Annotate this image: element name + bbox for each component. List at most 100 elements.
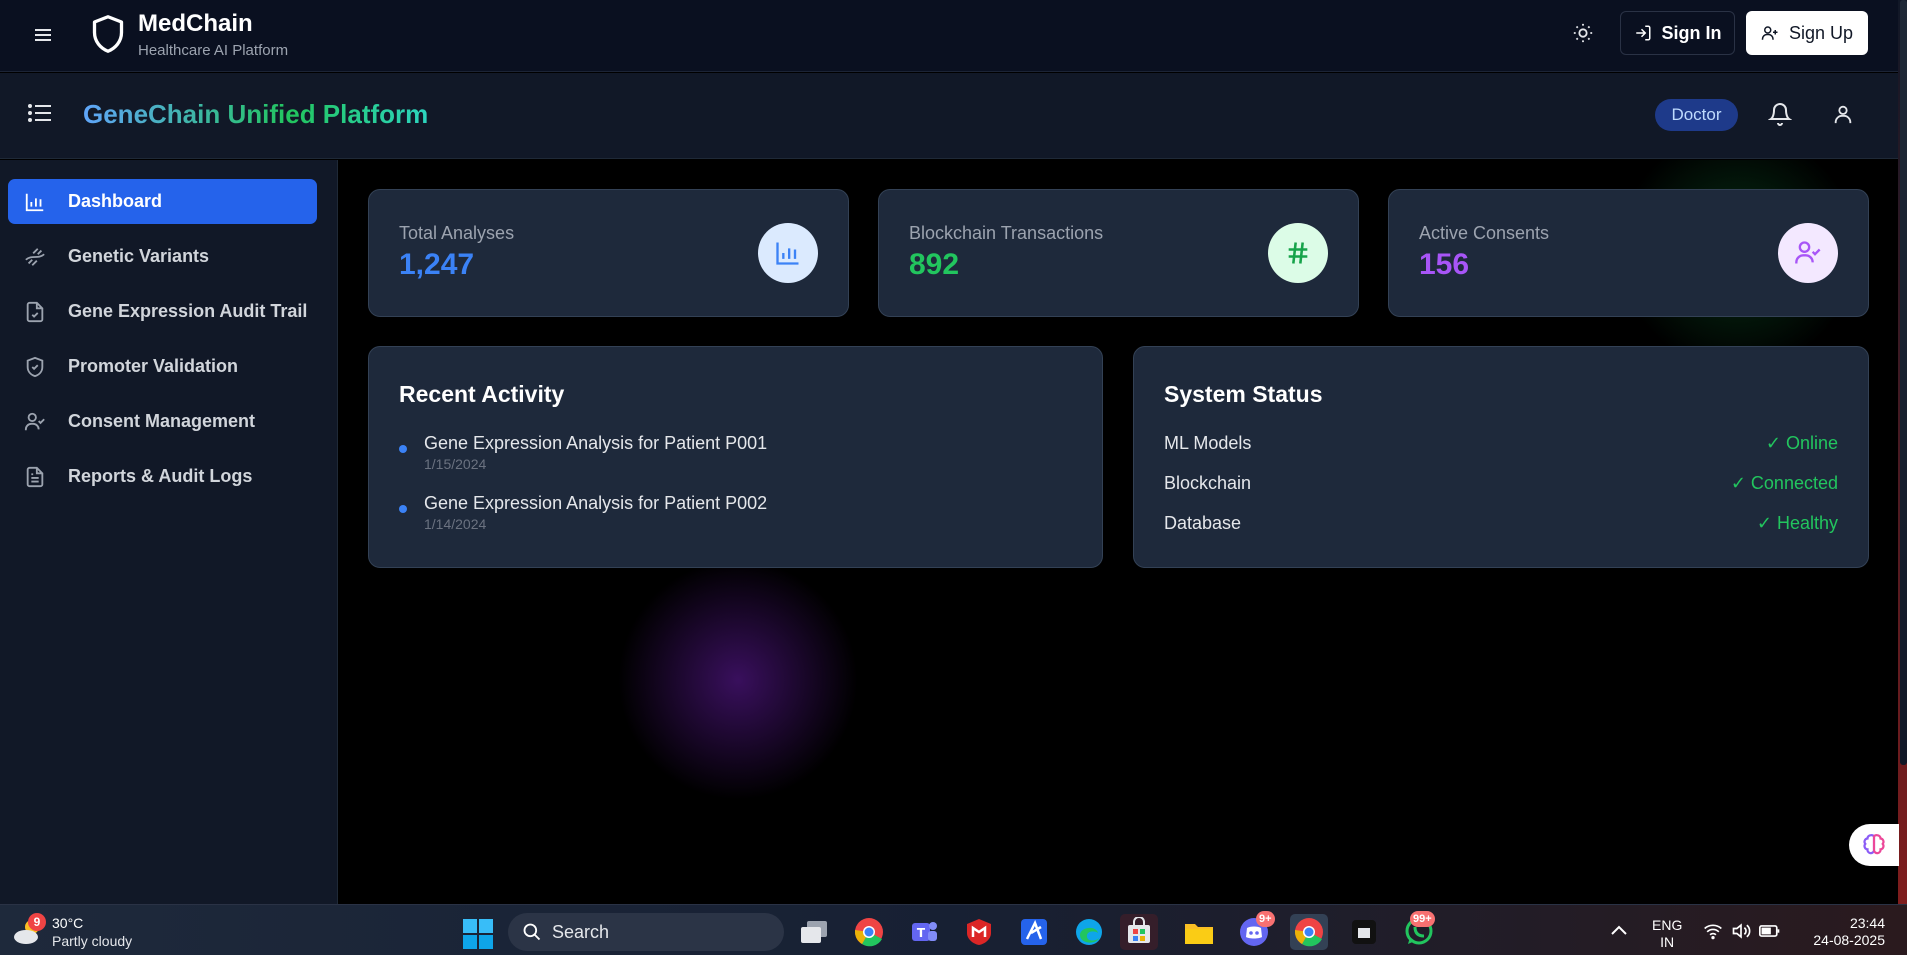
wifi-icon[interactable] bbox=[1703, 922, 1723, 940]
bell-icon[interactable] bbox=[1767, 101, 1793, 132]
stat-label: Blockchain Transactions bbox=[909, 223, 1104, 243]
sign-up-label: Sign Up bbox=[1788, 22, 1854, 43]
clock-time: 23:44 bbox=[1849, 915, 1885, 931]
whatsapp-badge: 99+ bbox=[1410, 911, 1435, 927]
stat-card-active-consents: Active Consents 156 bbox=[1388, 189, 1869, 317]
stat-value: 1,247 bbox=[399, 248, 475, 281]
stat-card-total-analyses: Total Analyses 1,247 bbox=[368, 189, 849, 317]
file-check-icon bbox=[24, 301, 58, 323]
status-row-database: Database ✓ Healthy bbox=[1164, 513, 1838, 537]
dashboard-main: Total Analyses 1,247 Blockchain Transact… bbox=[338, 160, 1898, 904]
activity-date: 1/15/2024 bbox=[424, 456, 487, 472]
sidebar-toggle-icon[interactable] bbox=[28, 103, 52, 128]
status-value: ✓ Healthy bbox=[1756, 513, 1838, 533]
sign-up-button[interactable]: Sign Up bbox=[1746, 11, 1868, 55]
sign-in-label: Sign In bbox=[1661, 22, 1722, 43]
sidebar-item-genetic-variants[interactable]: Genetic Variants bbox=[8, 234, 317, 279]
stat-value: 892 bbox=[909, 248, 960, 281]
weather-temperature[interactable]: 30°C bbox=[52, 915, 83, 931]
file-explorer-icon[interactable] bbox=[1180, 914, 1218, 950]
sidebar-item-label: Gene Expression Audit Trail bbox=[68, 301, 308, 321]
status-name: Database bbox=[1164, 513, 1242, 533]
activity-dot bbox=[399, 445, 407, 453]
stat-label: Total Analyses bbox=[399, 223, 515, 243]
recent-activity-card: Recent Activity Gene Expression Analysis… bbox=[368, 346, 1103, 568]
system-status-title: System Status bbox=[1164, 381, 1323, 407]
activity-date: 1/14/2024 bbox=[424, 516, 487, 532]
user-plus-icon bbox=[1761, 26, 1778, 40]
task-view-icon[interactable] bbox=[795, 914, 833, 950]
platform-header: GeneChain Unified Platform Doctor bbox=[0, 73, 1898, 159]
sidebar-item-label: Reports & Audit Logs bbox=[68, 466, 253, 486]
chrome-icon[interactable] bbox=[850, 914, 888, 950]
system-status-card: System Status ML Models ✓ Online Blockch… bbox=[1133, 346, 1869, 568]
platform-title: GeneChain Unified Platform bbox=[83, 99, 429, 129]
status-value: ✓ Online bbox=[1765, 433, 1838, 453]
teams-icon[interactable]: T bbox=[905, 914, 943, 950]
ai-assistant-brain-icon[interactable] bbox=[1849, 824, 1899, 866]
azure-data-studio-icon[interactable] bbox=[1015, 914, 1053, 950]
user-check-icon bbox=[24, 411, 58, 433]
system-clock[interactable]: 23:44 24-08-2025 bbox=[1813, 915, 1885, 949]
file-text-icon bbox=[24, 466, 58, 488]
edge-icon[interactable] bbox=[1070, 914, 1108, 950]
shield-logo-icon bbox=[90, 14, 126, 59]
battery-icon[interactable] bbox=[1759, 922, 1781, 940]
top-navbar: MedChain Healthcare AI Platform Sign In … bbox=[0, 0, 1898, 72]
language-indicator[interactable]: ENG IN bbox=[1652, 917, 1682, 951]
stat-card-blockchain-transactions: Blockchain Transactions 892 bbox=[878, 189, 1359, 317]
sidebar-item-label: Consent Management bbox=[68, 411, 256, 431]
page-scrollbar-thumb[interactable] bbox=[1900, 0, 1907, 765]
terminal-app-icon[interactable] bbox=[1345, 914, 1383, 950]
sidebar-item-reports-audit-logs[interactable]: Reports & Audit Logs bbox=[8, 454, 317, 499]
clock-date: 24-08-2025 bbox=[1813, 932, 1885, 948]
status-row-ml-models: ML Models ✓ Online bbox=[1164, 433, 1838, 457]
sidebar-item-gene-expression-audit-trail[interactable]: Gene Expression Audit Trail bbox=[8, 289, 317, 334]
weather-badge: 9 bbox=[28, 913, 46, 931]
search-label: Search bbox=[552, 921, 610, 942]
region-code: IN bbox=[1660, 934, 1675, 950]
hash-icon bbox=[1268, 223, 1328, 283]
user-check-icon bbox=[1778, 223, 1838, 283]
mcafee-icon[interactable] bbox=[960, 914, 998, 950]
svg-text:T: T bbox=[917, 926, 926, 940]
sidebar-item-label: Genetic Variants bbox=[68, 246, 210, 266]
taskbar-search[interactable]: Search bbox=[508, 913, 784, 951]
windows-start-icon[interactable] bbox=[463, 919, 493, 954]
brand-subtitle: Healthcare AI Platform bbox=[138, 42, 289, 59]
windows-taskbar: 9 30°C Partly cloudy Search T 9+ 99+ ENG… bbox=[0, 904, 1907, 955]
sidebar: Dashboard Genetic Variants Gene Expressi… bbox=[0, 160, 338, 904]
sidebar-item-consent-management[interactable]: Consent Management bbox=[8, 399, 317, 444]
activity-title: Gene Expression Analysis for Patient P00… bbox=[424, 493, 768, 513]
language-code: ENG bbox=[1652, 917, 1683, 933]
search-icon bbox=[523, 923, 541, 941]
chevron-up-icon[interactable] bbox=[1610, 923, 1628, 942]
chrome-icon[interactable] bbox=[1290, 914, 1328, 950]
discord-badge: 9+ bbox=[1256, 911, 1275, 927]
weather-condition[interactable]: Partly cloudy bbox=[52, 933, 132, 949]
status-value: ✓ Connected bbox=[1730, 473, 1838, 493]
sidebar-item-dashboard[interactable]: Dashboard bbox=[8, 179, 317, 224]
stat-label: Active Consents bbox=[1419, 223, 1550, 243]
activity-title: Gene Expression Analysis for Patient P00… bbox=[424, 433, 768, 453]
shield-check-icon bbox=[24, 356, 58, 378]
sign-in-icon bbox=[1635, 25, 1650, 41]
stat-value: 156 bbox=[1419, 248, 1470, 281]
hamburger-menu-icon[interactable] bbox=[30, 22, 56, 48]
sidebar-item-promoter-validation[interactable]: Promoter Validation bbox=[8, 344, 317, 389]
bar-chart-icon bbox=[24, 191, 58, 213]
user-icon[interactable] bbox=[1832, 102, 1854, 131]
theme-toggle-sun-icon[interactable] bbox=[1572, 22, 1594, 49]
decorative-glow bbox=[608, 550, 868, 810]
status-name: Blockchain bbox=[1164, 473, 1252, 493]
sidebar-item-label: Dashboard bbox=[68, 191, 163, 211]
system-tray[interactable] bbox=[1703, 922, 1781, 940]
bar-chart-icon bbox=[758, 223, 818, 283]
sidebar-item-label: Promoter Validation bbox=[68, 356, 239, 376]
volume-icon[interactable] bbox=[1731, 922, 1751, 940]
role-badge[interactable]: Doctor bbox=[1655, 99, 1738, 131]
sign-in-button[interactable]: Sign In bbox=[1620, 11, 1735, 55]
status-name: ML Models bbox=[1164, 433, 1252, 453]
microsoft-store-icon[interactable] bbox=[1120, 914, 1158, 950]
activity-dot bbox=[399, 505, 407, 513]
